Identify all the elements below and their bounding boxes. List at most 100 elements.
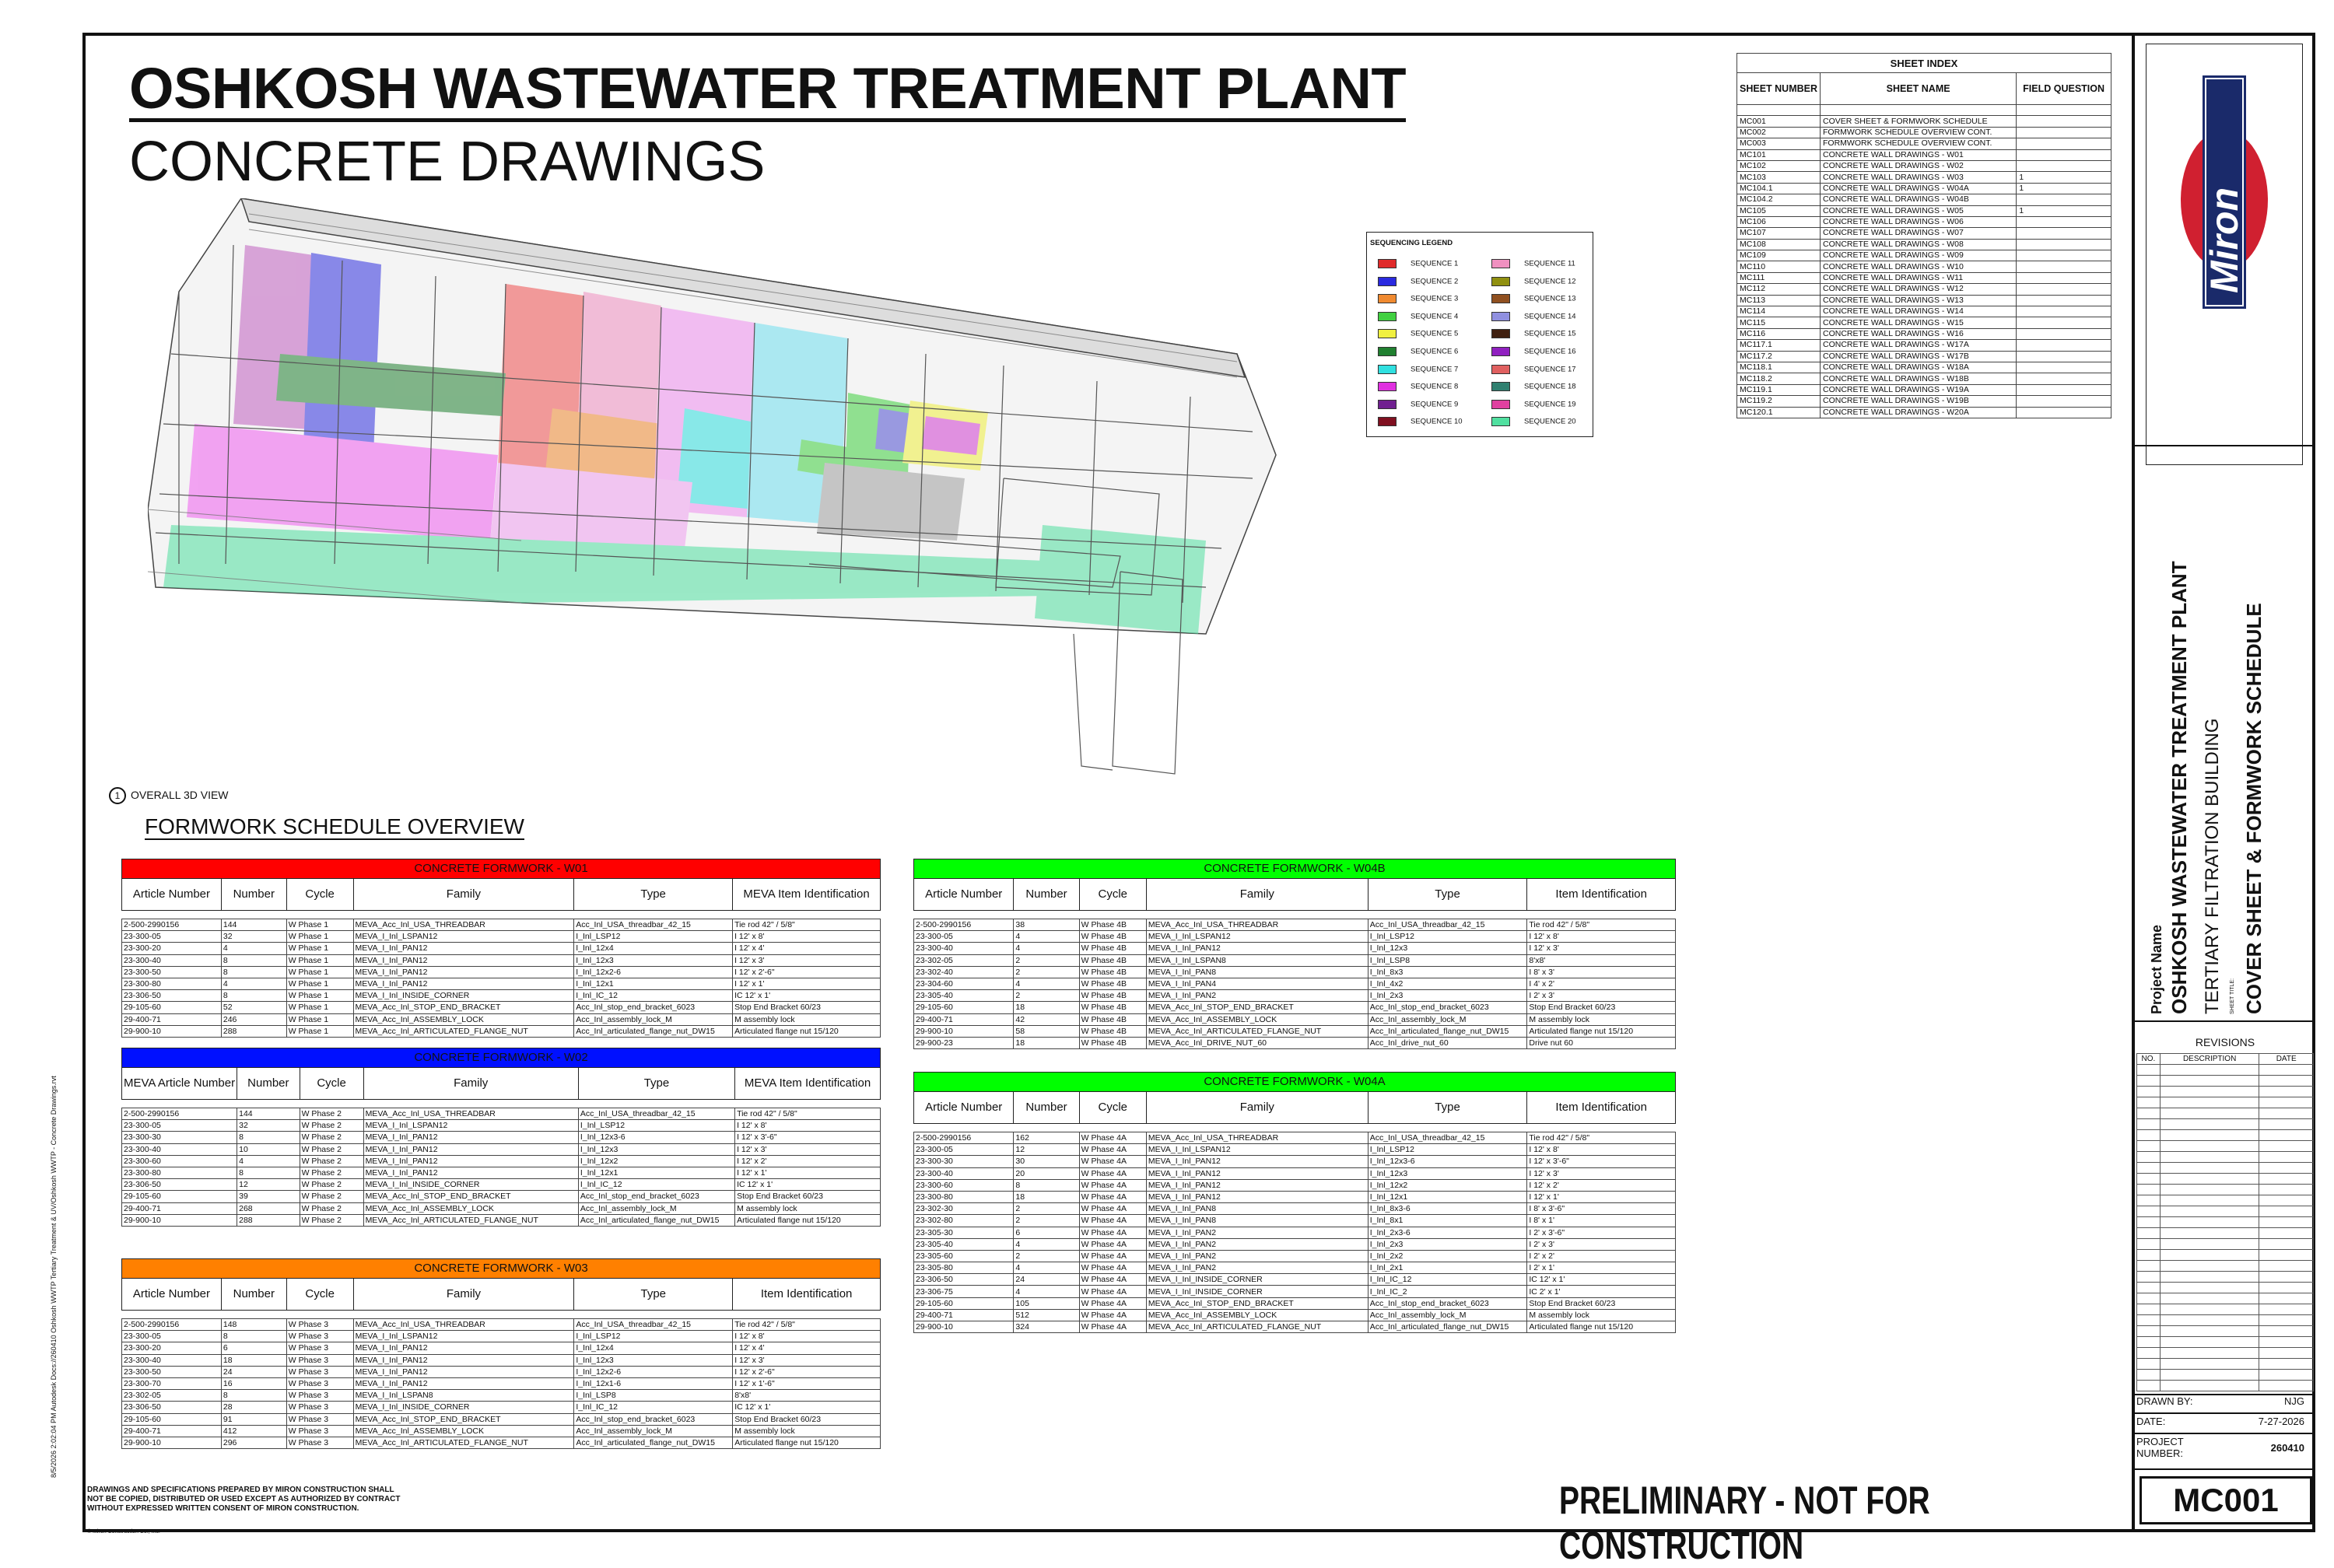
formwork-cell: MEVA_I_Inl_PAN2	[1145, 1262, 1369, 1275]
formwork-cell: W Phase 3	[286, 1353, 354, 1367]
formwork-cell: 24	[220, 1365, 287, 1378]
formwork-cell: I 2' x 3'-6"	[1526, 1226, 1676, 1239]
view-number: 1	[109, 787, 126, 804]
formwork-cell: MEVA_Acc_Inl_ASSEMBLY_LOCK	[1145, 1013, 1369, 1026]
table-row: 23-300-40 18 W Phase 3 MEVA_I_Inl_PAN12 I_In…	[121, 1353, 881, 1367]
formwork-cell: I_Inl_8x1	[1367, 1214, 1528, 1227]
sheet-index-cell	[2016, 383, 2111, 397]
table-row: 23-300-30 8 W Phase 2 MEVA_I_Inl_PAN12 I_Inl…	[121, 1131, 881, 1144]
formwork-cell: Stop End Bracket 60/23	[1526, 1297, 1676, 1310]
sheet-index-cell: MC003	[1736, 138, 1821, 150]
formwork-cell: W Phase 3	[286, 1318, 354, 1332]
formwork-cell: MEVA_Acc_Inl_ASSEMBLY_LOCK	[363, 1202, 579, 1215]
formwork-cell: I_Inl_12x4	[573, 942, 734, 955]
formwork-cell: I_Inl_12x2-6	[573, 1365, 734, 1378]
formwork-cell: W Phase 3	[286, 1389, 354, 1402]
formwork-cell: 23-305-40	[913, 1237, 1015, 1251]
sheet-index-cell: 1	[2016, 182, 2111, 195]
formwork-cell: 29-400-71	[121, 1202, 238, 1215]
sheet-index-cell: CONCRETE WALL DRAWINGS - W17B	[1820, 350, 2017, 362]
legend-swatch	[1491, 417, 1510, 427]
sheet-index-cell: CONCRETE WALL DRAWINGS - W14	[1820, 306, 2017, 318]
legend-label: SEQUENCE 13	[1524, 294, 1576, 303]
project-number-value: 260410	[2270, 1442, 2304, 1454]
table-spacer	[913, 910, 1676, 919]
formwork-cell: MEVA_I_Inl_PAN4	[1145, 977, 1369, 991]
legend-item: SEQUENCE 19	[1491, 399, 1576, 409]
formwork-cell: 16	[220, 1377, 287, 1391]
formwork-cell: W Phase 4A	[1078, 1249, 1147, 1263]
formwork-cell: 23-300-80	[121, 977, 222, 991]
formwork-cell: MEVA_I_Inl_LSPAN8	[1145, 954, 1369, 967]
formwork-cell: 23-300-40	[121, 954, 222, 967]
legend-label: SEQUENCE 17	[1524, 365, 1576, 374]
formwork-cell: Acc_Inl_articulated_flange_nut_DW15	[577, 1213, 736, 1227]
formwork-cell: 29-900-10	[121, 1024, 222, 1038]
formwork-cell: 105	[1013, 1297, 1080, 1310]
formwork-cell: 18	[1013, 1190, 1080, 1204]
table-row: MC003 FORMWORK SCHEDULE OVERVIEW CONT.	[1736, 138, 2111, 150]
formwork-header: Cycle	[299, 1067, 364, 1100]
formwork-cell: 8'x8'	[1526, 954, 1676, 967]
sheet-index-cell	[2016, 159, 2111, 173]
formwork-cell: W Phase 4A	[1078, 1273, 1147, 1286]
formwork-cell: I_Inl_IC_12	[1367, 1273, 1528, 1286]
formwork-header: MEVA Item Identification	[734, 1067, 881, 1100]
formwork-cell: MEVA_Acc_Inl_STOP_END_BRACKET	[1145, 1297, 1369, 1310]
formwork-cell: Acc_Inl_stop_end_bracket_6023	[573, 1412, 734, 1426]
formwork-cell: MEVA_Acc_Inl_USA_THREADBAR	[363, 1107, 579, 1121]
table-row: 23-300-70 16 W Phase 3 MEVA_I_Inl_PAN12 I_In…	[121, 1377, 881, 1391]
formwork-caption: CONCRETE FORMWORK - W04B	[913, 859, 1676, 879]
formwork-cell: MEVA_I_Inl_PAN12	[1145, 1155, 1369, 1168]
formwork-cell: I_Inl_LSP12	[1367, 930, 1528, 943]
sheet-index-cell: CONCRETE WALL DRAWINGS - W11	[1820, 271, 2017, 285]
formwork-cell: M assembly lock	[732, 1013, 881, 1026]
formwork-cell: Acc_Inl_assembly_lock_M	[573, 1424, 734, 1437]
table-row: 29-105-60 91 W Phase 3 MEVA_Acc_Inl_STOP_EN…	[121, 1412, 881, 1426]
formwork-cell: I_Inl_12x1	[577, 1166, 736, 1180]
sheet-index-cell	[2016, 339, 2111, 352]
formwork-cell: MEVA_I_Inl_INSIDE_CORNER	[363, 1178, 579, 1192]
formwork-cell: 288	[220, 1024, 287, 1038]
table-row: 23-300-40 8 W Phase 1 MEVA_I_Inl_PAN12 I_Inl…	[121, 954, 881, 967]
revision-row	[2136, 1325, 2314, 1337]
sheet-index-cell: CONCRETE WALL DRAWINGS - W04B	[1820, 194, 2017, 206]
legend-swatch	[1378, 311, 1397, 321]
table-row: 23-302-05 2 W Phase 4B MEVA_I_Inl_LSPAN8 I_I…	[913, 954, 1676, 967]
formwork-cell: Articulated flange nut 15/120	[1526, 1024, 1676, 1038]
table-row: 29-400-71 42 W Phase 4B MEVA_Acc_Inl_ASSEMB…	[913, 1013, 1676, 1026]
formwork-cell: 18	[1013, 1001, 1080, 1014]
formwork-cell: Drive nut 60	[1526, 1036, 1676, 1050]
sheet-index-cell: CONCRETE WALL DRAWINGS - W08	[1820, 238, 2017, 251]
formwork-cell: W Phase 4A	[1078, 1237, 1147, 1251]
table-row: 29-900-10 324 W Phase 4A MEVA_Acc_Inl_ARTIC…	[913, 1320, 1676, 1334]
formwork-cell: I_Inl_12x3-6	[1367, 1155, 1528, 1168]
formwork-table-w01: CONCRETE FORMWORK - W01 Article Number Num…	[121, 859, 881, 1038]
table-row: MC104.2 CONCRETE WALL DRAWINGS - W04B	[1736, 194, 2111, 206]
table-row: 23-306-50 12 W Phase 2 MEVA_I_Inl_INSIDE_CO…	[121, 1178, 881, 1192]
legend-item: SEQUENCE 15	[1491, 329, 1576, 339]
formwork-cell: M assembly lock	[732, 1424, 881, 1437]
table-row: 23-306-50 8 W Phase 1 MEVA_I_Inl_INSIDE_COR…	[121, 989, 881, 1003]
formwork-cell: 29-105-60	[121, 1001, 222, 1014]
formwork-cell: I_Inl_IC_12	[573, 989, 734, 1003]
revision-row	[2136, 1184, 2314, 1195]
sheet-index-cell: CONCRETE WALL DRAWINGS - W12	[1820, 283, 2017, 296]
formwork-cell: MEVA_I_Inl_LSPAN12	[1145, 930, 1369, 943]
table-row: 29-400-71 512 W Phase 4A MEVA_Acc_Inl_ASSEM…	[913, 1308, 1676, 1322]
table-row: 2-500-2990156 162 W Phase 4A MEVA_Acc_Inl_U…	[913, 1131, 1676, 1145]
formwork-cell: 23-300-05	[913, 930, 1015, 943]
formwork-cell: I 2' x 3'	[1526, 989, 1676, 1003]
table-row: 29-400-71 268 W Phase 2 MEVA_Acc_Inl_ASSEMB…	[121, 1202, 881, 1215]
logo-text: Miron	[2203, 187, 2246, 293]
sheet-index-cell	[2016, 317, 2111, 329]
formwork-cell: W Phase 3	[286, 1342, 354, 1355]
sheet-index-cell	[2016, 250, 2111, 262]
table-row: MC001 COVER SHEET & FORMWORK SCHEDULE	[1736, 115, 2111, 128]
legend-item: SEQUENCE 16	[1491, 347, 1576, 356]
formwork-cell: MEVA_I_Inl_PAN2	[1145, 1226, 1369, 1239]
sheet-index-cell: CONCRETE WALL DRAWINGS - W09	[1820, 250, 2017, 262]
formwork-header: MEVA Article Number	[121, 1067, 238, 1100]
formwork-cell: 412	[220, 1424, 287, 1437]
formwork-cell: W Phase 1	[286, 942, 354, 955]
